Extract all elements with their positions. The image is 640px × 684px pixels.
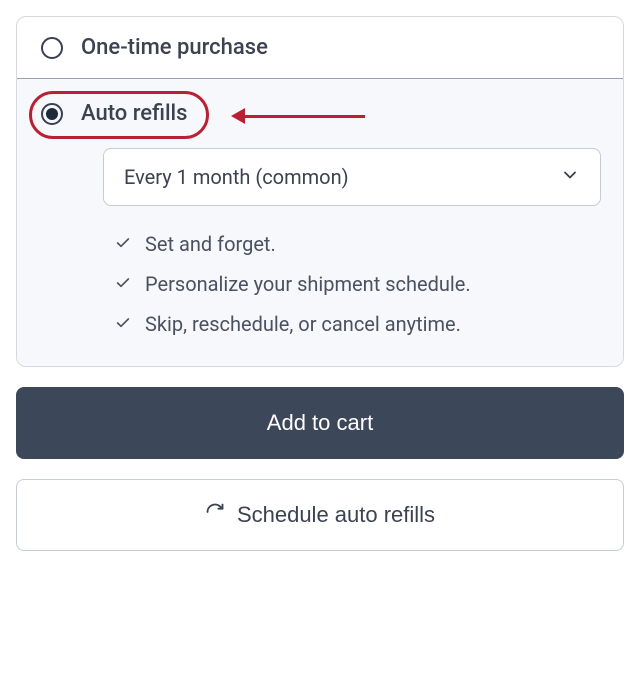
check-icon [115, 312, 131, 336]
annotation-arrow [231, 108, 365, 124]
add-to-cart-button[interactable]: Add to cart [16, 387, 624, 459]
benefit-text: Skip, reschedule, or cancel anytime. [145, 312, 461, 336]
chevron-down-icon [560, 165, 580, 189]
purchase-options-card: One-time purchase Auto refills Every 1 m… [16, 16, 624, 367]
frequency-value: Every 1 month (common) [124, 165, 349, 189]
schedule-auto-refills-button[interactable]: Schedule auto refills [16, 479, 624, 551]
button-label: Add to cart [267, 410, 373, 436]
benefit-item: Set and forget. [115, 232, 601, 256]
option-label: One-time purchase [81, 35, 268, 60]
benefit-text: Personalize your shipment schedule. [145, 272, 471, 296]
option-label: Auto refills [81, 101, 187, 126]
auto-refills-body: Every 1 month (common) Set and forget. [41, 126, 601, 336]
check-icon [115, 232, 131, 256]
refresh-icon [205, 502, 225, 528]
benefits-list: Set and forget. Personalize your shipmen… [115, 232, 601, 336]
benefit-item: Skip, reschedule, or cancel anytime. [115, 312, 601, 336]
option-auto-refills[interactable]: Auto refills Every 1 month (common) Set … [17, 79, 623, 366]
frequency-select[interactable]: Every 1 month (common) [103, 148, 601, 206]
check-icon [115, 272, 131, 296]
radio-selected-icon [41, 103, 63, 125]
option-one-time[interactable]: One-time purchase [17, 17, 623, 79]
benefit-text: Set and forget. [145, 232, 276, 256]
radio-line: Auto refills [41, 101, 187, 126]
button-label: Schedule auto refills [237, 502, 435, 528]
benefit-item: Personalize your shipment schedule. [115, 272, 601, 296]
radio-unselected-icon [41, 37, 63, 59]
